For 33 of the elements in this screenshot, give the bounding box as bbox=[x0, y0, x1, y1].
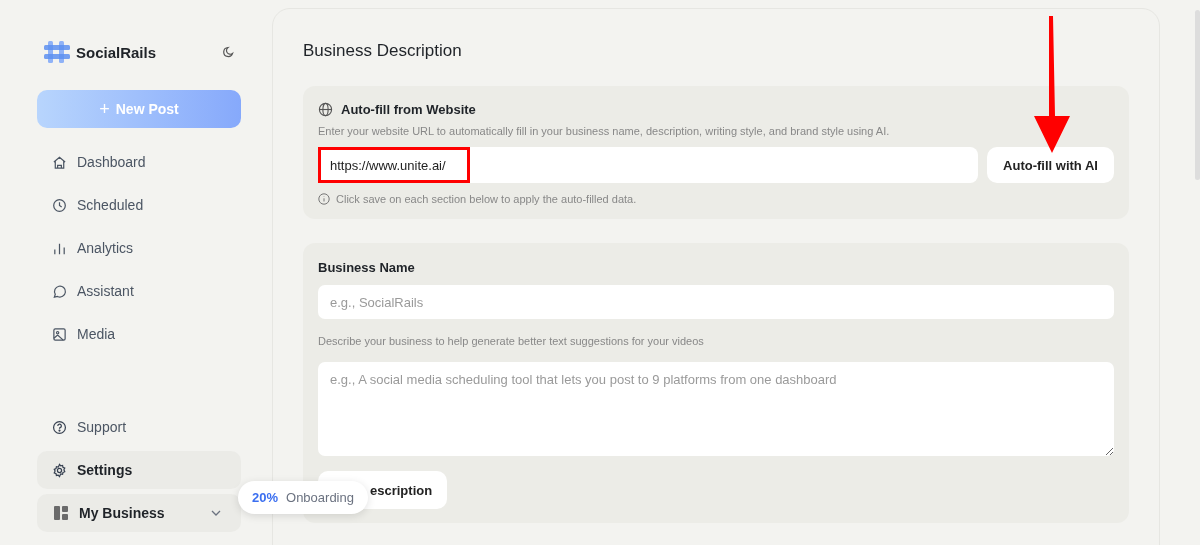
onboarding-pill[interactable]: 20% Onboarding bbox=[238, 481, 368, 514]
url-field[interactable]: https://www.unite.ai/ bbox=[318, 147, 978, 183]
image-icon bbox=[52, 326, 67, 342]
layout-icon bbox=[53, 505, 69, 521]
info-note: Click save on each section below to apply the auto-filled data. bbox=[336, 193, 637, 205]
description-hint: Describe your business to help generate better text suggestions for your videos bbox=[318, 335, 705, 347]
page-title: Business Description bbox=[303, 41, 463, 61]
home-icon bbox=[52, 154, 67, 170]
autofill-description: Enter your website URL to automatically fill in your business name, description, writing style, and brand style using AI. bbox=[318, 125, 891, 137]
help-icon bbox=[52, 419, 67, 435]
business-name-field[interactable]: e.g., SocialRails bbox=[318, 285, 1114, 319]
nav-item[interactable]: Dashboard bbox=[37, 143, 241, 181]
globe-icon bbox=[318, 102, 333, 117]
nav-item[interactable]: Settings bbox=[37, 451, 241, 489]
description-field[interactable]: e.g., A social media scheduling tool that lets you post to 9 platforms from one dashboard bbox=[318, 362, 1114, 456]
card-title: Auto-fill from Website bbox=[341, 102, 476, 117]
moon-icon[interactable] bbox=[223, 46, 235, 58]
clock-icon bbox=[52, 197, 67, 213]
nav-item[interactable]: Analytics bbox=[37, 229, 241, 267]
field-label: Business Name bbox=[318, 260, 416, 275]
info-icon bbox=[318, 193, 330, 205]
nav-item[interactable]: Media bbox=[37, 315, 241, 353]
nav-item[interactable]: Support bbox=[37, 408, 241, 446]
brand-name: SocialRails bbox=[76, 43, 157, 61]
logo-icon bbox=[44, 41, 70, 63]
workspace-dropdown[interactable]: My Business bbox=[37, 494, 241, 532]
nav-item[interactable]: Assistant bbox=[37, 272, 241, 310]
chat-icon bbox=[52, 283, 67, 299]
chevron-icon bbox=[211, 510, 221, 516]
onboarding-percent: 20% bbox=[252, 490, 279, 505]
settings-icon bbox=[52, 462, 67, 478]
nav-item[interactable]: Scheduled bbox=[37, 186, 241, 224]
autofill-button[interactable]: Auto-fill with AI bbox=[987, 147, 1114, 183]
